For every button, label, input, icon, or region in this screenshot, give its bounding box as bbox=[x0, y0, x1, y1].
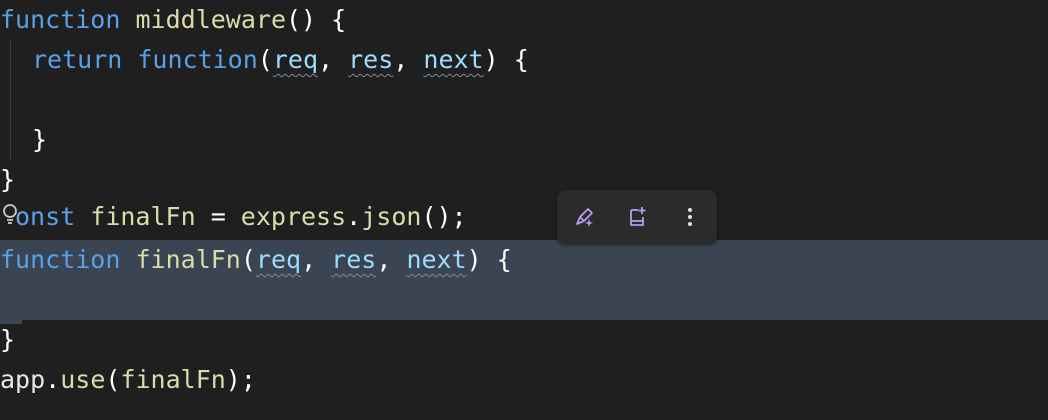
operator: = bbox=[195, 202, 241, 231]
punctuation: ( bbox=[257, 45, 273, 74]
keyword: onst bbox=[15, 202, 76, 231]
code-editor[interactable]: function middleware() { return function(… bbox=[0, 0, 1048, 420]
object-name: app bbox=[0, 365, 46, 394]
punctuation: ) { bbox=[466, 245, 512, 274]
punctuation: , bbox=[318, 45, 349, 74]
punctuation: ( bbox=[105, 365, 121, 394]
punctuation: , bbox=[376, 245, 407, 274]
closing-brace: } bbox=[0, 325, 16, 354]
code-line-1[interactable]: function middleware() { bbox=[0, 0, 1048, 40]
code-line-4[interactable]: } bbox=[0, 120, 1048, 160]
code-line-2[interactable]: return function(req, res, next) { bbox=[0, 40, 1048, 80]
closing-brace: } bbox=[32, 125, 48, 154]
more-actions-button[interactable] bbox=[672, 199, 708, 235]
argument-name: finalFn bbox=[120, 365, 226, 394]
function-name: middleware bbox=[135, 5, 286, 34]
code-line-9[interactable]: } bbox=[0, 320, 1048, 360]
param-res: res bbox=[348, 45, 394, 74]
lightbulb-icon-svg bbox=[3, 204, 17, 224]
punctuation: , bbox=[393, 45, 424, 74]
more-vertical-icon bbox=[688, 208, 693, 226]
param-res: res bbox=[331, 245, 377, 274]
add-to-chat-button[interactable] bbox=[619, 199, 655, 235]
punctuation: ( bbox=[240, 245, 256, 274]
code-line-5[interactable]: } bbox=[0, 160, 1048, 200]
code-line-3[interactable] bbox=[0, 80, 1048, 120]
code-line-10[interactable]: app.use(finalFn); bbox=[0, 360, 1048, 400]
param-next: next bbox=[406, 245, 467, 274]
keyword: function bbox=[0, 5, 121, 34]
param-req: req bbox=[255, 245, 302, 274]
punctuation: ); bbox=[225, 365, 256, 394]
lightbulb-icon[interactable] bbox=[2, 200, 18, 230]
method-name: use bbox=[60, 365, 106, 394]
selection-tail bbox=[0, 320, 22, 324]
punctuation: () { bbox=[286, 5, 347, 34]
param-next: next bbox=[423, 45, 484, 74]
function-name: finalFn bbox=[135, 245, 241, 274]
inline-chat-toolbar bbox=[557, 190, 717, 244]
punctuation: (); bbox=[421, 202, 467, 231]
edit-with-copilot-button[interactable] bbox=[566, 199, 602, 235]
keyword: function bbox=[0, 245, 121, 274]
param-req: req bbox=[272, 45, 319, 74]
punctuation: . bbox=[45, 365, 61, 394]
punctuation: . bbox=[346, 202, 362, 231]
edit-sparkle-icon bbox=[575, 208, 593, 227]
punctuation: , bbox=[301, 245, 332, 274]
punctuation: ) { bbox=[483, 45, 529, 74]
bookmark-add-icon bbox=[630, 207, 646, 226]
code-line-7[interactable]: function finalFn(req, res, next) { bbox=[0, 240, 1048, 280]
keyword-function: function bbox=[137, 45, 258, 74]
code-line-6[interactable]: onst finalFn = express.json(); bbox=[0, 197, 1048, 237]
variable-name: finalFn bbox=[90, 202, 196, 231]
closing-brace: } bbox=[0, 165, 16, 194]
code-line-8[interactable] bbox=[0, 280, 1048, 320]
keyword: return bbox=[32, 45, 123, 74]
object-name: express bbox=[240, 202, 347, 231]
method-name: json bbox=[361, 202, 422, 231]
